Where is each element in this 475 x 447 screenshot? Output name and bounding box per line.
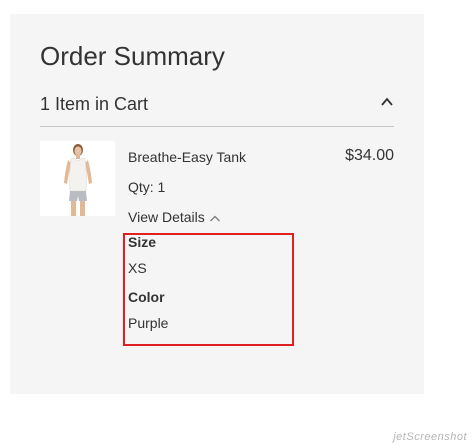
order-summary-title: Order Summary	[40, 41, 225, 71]
product-name: Breathe-Easy Tank	[128, 149, 247, 165]
view-details-toggle[interactable]: View Details	[128, 209, 221, 225]
view-details-label: View Details	[128, 209, 205, 225]
watermark-text: jetScreenshot	[393, 431, 467, 443]
cart-items-toggle[interactable]: 1 Item in Cart	[40, 92, 394, 127]
chevron-up-icon	[381, 97, 393, 106]
cart-item-count: 1 Item in Cart	[40, 94, 149, 114]
product-thumbnail[interactable]	[40, 141, 115, 216]
chevron-up-icon	[209, 215, 220, 222]
watermark-logo: jetScreenshot	[393, 431, 467, 443]
product-options-highlight	[123, 233, 294, 346]
product-quantity: Qty: 1	[128, 179, 166, 195]
product-price: $34.00	[345, 147, 394, 164]
